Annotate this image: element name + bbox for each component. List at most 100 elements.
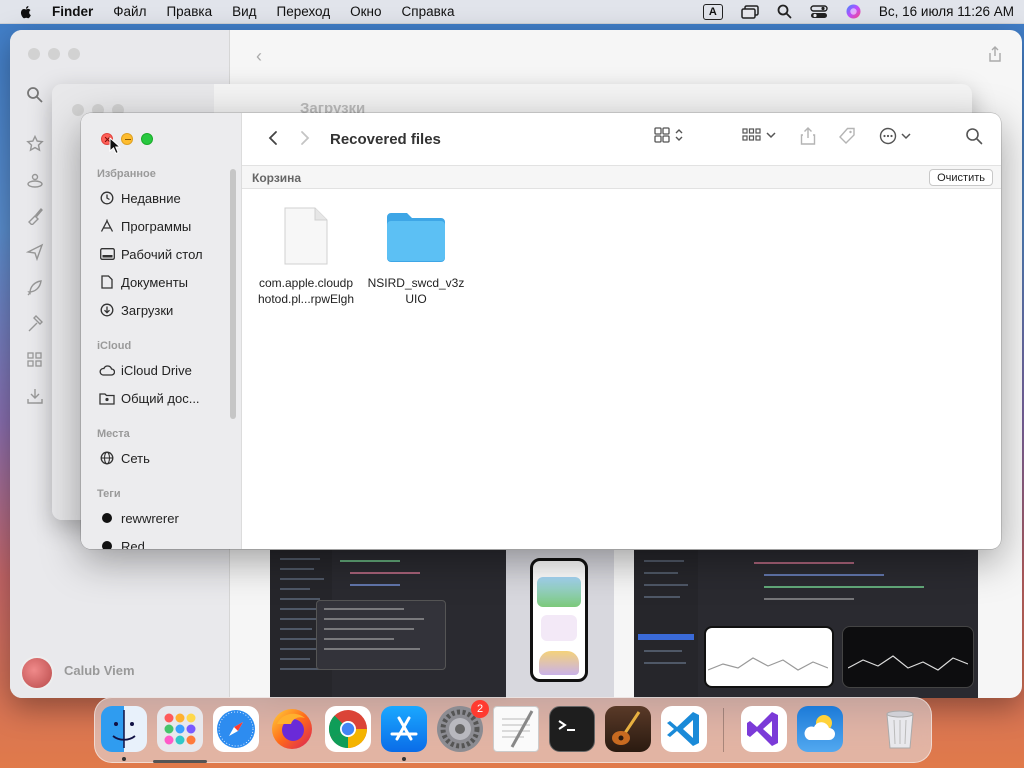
paper-plane-icon xyxy=(26,243,44,261)
arcade-icon xyxy=(27,173,43,188)
background-back-chevron-icon[interactable]: ‹ xyxy=(256,46,262,67)
sidebar-item-label: Сеть xyxy=(121,450,150,466)
apple-logo-icon[interactable] xyxy=(18,4,34,20)
search-icon xyxy=(966,128,983,145)
shared-folder-icon xyxy=(99,390,115,406)
sidebar-scrollbar[interactable] xyxy=(230,169,236,419)
back-button[interactable] xyxy=(262,126,284,152)
tag-color-dot xyxy=(102,513,112,523)
dock-finder[interactable] xyxy=(101,706,147,752)
star-icon xyxy=(26,135,44,152)
background-close-button[interactable] xyxy=(28,48,40,60)
empty-trash-button[interactable]: Очистить xyxy=(929,169,993,186)
menu-app-name[interactable]: Finder xyxy=(52,4,93,19)
tag-button[interactable] xyxy=(838,127,856,145)
dock-visual-studio[interactable] xyxy=(741,706,787,752)
sidebar-item-label: Недавние xyxy=(121,190,181,206)
sidebar-item-icloud-drive[interactable]: iCloud Drive xyxy=(99,360,192,380)
trash-header-bar: Корзина Очистить xyxy=(242,165,1001,189)
dock-chrome[interactable] xyxy=(325,706,371,752)
dock: 2 xyxy=(94,697,932,763)
dock-hover-indicator xyxy=(153,760,207,763)
dock-system-settings[interactable]: 2 xyxy=(437,700,489,752)
maximize-button[interactable] xyxy=(141,133,153,145)
group-grid-icon xyxy=(742,128,761,141)
sidebar-section-icloud: iCloud xyxy=(97,340,132,352)
input-source-indicator[interactable]: A xyxy=(702,3,723,20)
dock-launchpad[interactable] xyxy=(157,706,203,752)
dock-app-store[interactable] xyxy=(381,706,427,752)
icon-view-grid-icon xyxy=(654,127,670,143)
sidebar-item-recents[interactable]: Недавние xyxy=(99,188,181,208)
sidebar-item-downloads[interactable]: Загрузки xyxy=(99,300,173,320)
download-tray-icon xyxy=(27,389,43,404)
terminal-icon xyxy=(558,720,575,731)
sidebar-item-label: Загрузки xyxy=(121,302,174,318)
avatar[interactable] xyxy=(20,656,54,690)
sidebar-item-applications[interactable]: Программы xyxy=(99,216,191,236)
simulator-preview[interactable] xyxy=(506,550,614,698)
sidebar-item-documents[interactable]: Документы xyxy=(99,272,188,292)
menu-bar: Finder Файл Правка Вид Переход Окно Спра… xyxy=(0,0,1024,24)
menu-go[interactable]: Переход xyxy=(277,4,331,19)
xcode-preview-right[interactable] xyxy=(634,550,978,698)
sidebar-item-shared[interactable]: Общий дос... xyxy=(99,388,200,408)
chevron-updown-icon xyxy=(675,129,683,141)
menu-file[interactable]: Файл xyxy=(113,4,146,19)
menu-clock[interactable]: Вс, 16 июля 11:26 AM xyxy=(879,4,1014,19)
dock-vscode[interactable] xyxy=(661,706,707,752)
forward-button[interactable] xyxy=(294,126,316,152)
cloud-icon xyxy=(99,362,115,378)
xcode-preview-left[interactable] xyxy=(270,550,506,698)
menu-view[interactable]: Вид xyxy=(232,4,256,19)
sidebar-item-tag-rewwrerer[interactable]: rewwrerer xyxy=(99,508,179,528)
file-item-document[interactable]: com.apple.cloudp hotod.pl...rpwElgh xyxy=(251,207,361,307)
background-share-icon[interactable] xyxy=(988,46,1002,62)
desktop-icon xyxy=(99,246,115,262)
search-icon[interactable] xyxy=(26,86,44,104)
dock-instruments[interactable] xyxy=(605,706,651,752)
safari-icon xyxy=(217,710,255,748)
menu-edit[interactable]: Правка xyxy=(166,4,212,19)
search-button[interactable] xyxy=(965,127,983,145)
background-minimize-button[interactable] xyxy=(48,48,60,60)
menu-window[interactable]: Окно xyxy=(350,4,381,19)
group-button[interactable] xyxy=(742,127,776,143)
dock-trash[interactable] xyxy=(877,706,923,752)
view-mode-button[interactable] xyxy=(654,127,684,143)
share-button[interactable] xyxy=(800,127,816,145)
screenshot-previews xyxy=(230,550,1022,698)
minimize-button[interactable] xyxy=(121,133,133,145)
user-name: Calub Viem xyxy=(64,663,135,678)
screen-mirroring-icon[interactable] xyxy=(741,4,759,19)
running-indicator xyxy=(122,757,126,761)
textedit-icon xyxy=(502,710,534,748)
spotlight-search-icon[interactable] xyxy=(777,4,792,19)
file-item-folder[interactable]: NSIRD_swcd_v3z UIO xyxy=(361,209,471,307)
sidebar-item-desktop[interactable]: Рабочий стол xyxy=(99,244,203,264)
app-store-icon xyxy=(390,716,418,741)
finder-window: Избранное Недавние Программы Рабочий сто… xyxy=(81,113,1001,549)
mouse-cursor-icon xyxy=(109,137,121,155)
notification-badge: 2 xyxy=(471,700,489,718)
dock-weather[interactable] xyxy=(797,706,843,752)
dock-firefox[interactable] xyxy=(269,706,315,752)
more-actions-button[interactable] xyxy=(879,127,911,145)
sidebar-item-tag-red[interactable]: Red xyxy=(99,536,145,549)
siri-icon[interactable] xyxy=(846,4,861,19)
dock-terminal[interactable] xyxy=(549,706,595,752)
applications-icon xyxy=(99,218,115,234)
firefox-icon xyxy=(272,709,312,749)
sidebar-item-label: Red xyxy=(121,538,145,550)
brush-icon xyxy=(28,207,43,225)
file-name: NSIRD_swcd_v3z UIO xyxy=(367,276,465,306)
sidebar-item-network[interactable]: Сеть xyxy=(99,448,150,468)
chevron-down-icon xyxy=(766,132,776,139)
dock-textedit[interactable] xyxy=(493,706,539,752)
grid-icon xyxy=(27,352,42,367)
background-maximize-button[interactable] xyxy=(68,48,80,60)
control-center-icon[interactable] xyxy=(810,4,828,19)
dock-safari[interactable] xyxy=(213,706,259,752)
globe-icon xyxy=(99,450,115,466)
menu-help[interactable]: Справка xyxy=(402,4,455,19)
